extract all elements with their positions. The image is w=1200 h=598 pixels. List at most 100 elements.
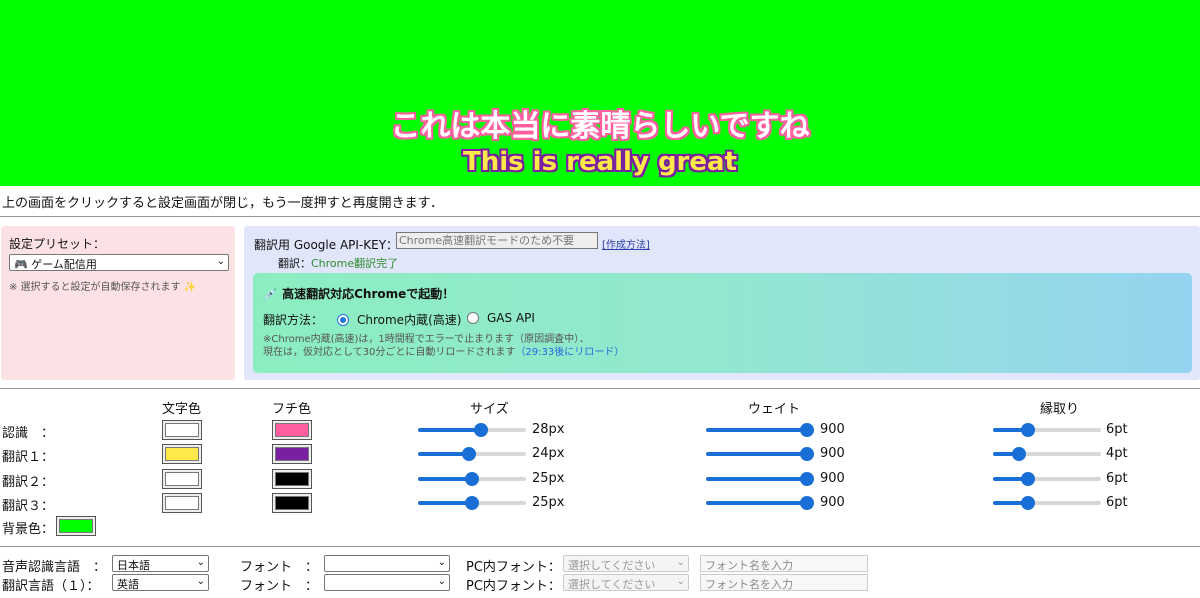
preset-select[interactable]: 🎮 ゲーム配信用 ⌄ xyxy=(9,254,229,271)
slider-thumb[interactable] xyxy=(474,423,488,437)
header-text-color: 文字色 xyxy=(162,402,202,417)
weight-slider[interactable] xyxy=(706,496,814,510)
pc-font-placeholder: 選択してください xyxy=(568,559,656,572)
slider-thumb[interactable] xyxy=(1012,447,1026,461)
weight-value: 900 xyxy=(820,495,845,510)
outline-color-picker[interactable] xyxy=(272,444,312,464)
pc-font-select[interactable]: 選択してください ⌄ xyxy=(563,555,689,572)
slider-thumb[interactable] xyxy=(800,447,814,461)
outline-color-picker[interactable] xyxy=(272,493,312,513)
method-gas-label: GAS API xyxy=(487,311,535,325)
style-row-label: 翻訳１： xyxy=(2,450,55,465)
slider-fill xyxy=(706,501,807,505)
outline-slider[interactable] xyxy=(993,447,1101,461)
outline-value: 6pt xyxy=(1106,471,1128,486)
pc-font-label: PC内フォント： xyxy=(466,579,561,594)
header-outline: 縁取り xyxy=(1040,402,1080,417)
slider-fill xyxy=(706,477,807,481)
weight-value: 900 xyxy=(820,471,845,486)
text-color-swatch xyxy=(165,423,199,437)
outline-slider[interactable] xyxy=(993,423,1101,437)
slider-thumb[interactable] xyxy=(800,496,814,510)
how-to-create-link[interactable]: [作成方法] xyxy=(602,236,650,251)
pc-font-label: PC内フォント： xyxy=(466,560,561,575)
hint-text: 上の画面をクリックすると設定画面が閉じ，もう一度押すと再度開きます． xyxy=(2,196,444,211)
size-slider[interactable] xyxy=(418,496,526,510)
size-slider[interactable] xyxy=(418,447,526,461)
slider-thumb[interactable] xyxy=(462,447,476,461)
outline-value: 4pt xyxy=(1106,446,1128,461)
weight-slider[interactable] xyxy=(706,447,814,461)
size-slider[interactable] xyxy=(418,423,526,437)
outline-slider[interactable] xyxy=(993,472,1101,486)
lang-row-label: 音声認識言語 ： xyxy=(2,560,107,575)
bg-color-picker[interactable] xyxy=(56,516,96,536)
font-name-input[interactable]: フォント名を入力 xyxy=(700,555,868,572)
weight-slider[interactable] xyxy=(706,472,814,486)
slider-thumb[interactable] xyxy=(1021,496,1035,510)
text-color-picker[interactable] xyxy=(162,444,202,464)
api-key-input[interactable]: Chrome高速翻訳モードのため不要 xyxy=(396,232,598,249)
method-chrome-radio[interactable]: Chrome内蔵(高速) xyxy=(337,311,461,328)
size-value: 25px xyxy=(532,471,565,486)
language-value: 英語 xyxy=(117,578,139,591)
outline-color-swatch xyxy=(275,423,309,437)
slider-fill xyxy=(706,428,807,432)
radio-checked-icon xyxy=(337,313,349,326)
weight-slider[interactable] xyxy=(706,423,814,437)
slider-thumb[interactable] xyxy=(1021,472,1035,486)
lang-row-label: 翻訳言語（１）： xyxy=(2,579,100,594)
size-value: 24px xyxy=(532,446,565,461)
outline-value: 6pt xyxy=(1106,495,1128,510)
font-name-input[interactable]: フォント名を入力 xyxy=(700,574,868,591)
reload-countdown: （29:33後にリロード） xyxy=(515,347,625,358)
api-key-label: 翻訳用 Google API-KEY： xyxy=(254,238,399,252)
chevron-down-icon: ⌄ xyxy=(676,557,685,568)
slider-thumb[interactable] xyxy=(1021,423,1035,437)
method-note: ※Chrome内蔵(高速)は，1時間程でエラーで止まります（原因調査中）． 現在… xyxy=(263,333,624,359)
preset-note: ※ 選択すると設定が自動保存されます ✨ xyxy=(9,282,197,293)
text-color-picker[interactable] xyxy=(162,469,202,489)
bg-color-label: 背景色： xyxy=(2,522,55,537)
outline-color-swatch xyxy=(275,472,309,486)
language-select[interactable]: 英語 ⌄ xyxy=(112,574,209,591)
preset-selected-value: 🎮 ゲーム配信用 xyxy=(14,258,97,271)
method-chrome-label: Chrome内蔵(高速) xyxy=(357,313,462,327)
outline-slider[interactable] xyxy=(993,496,1101,510)
header-weight: ウェイト xyxy=(748,402,801,417)
chevron-down-icon: ⌄ xyxy=(196,576,205,587)
slider-thumb[interactable] xyxy=(465,472,479,486)
font-select[interactable]: ⌄ xyxy=(324,555,450,572)
font-label: フォント ： xyxy=(240,560,319,575)
outline-color-picker[interactable] xyxy=(272,469,312,489)
text-color-picker[interactable] xyxy=(162,420,202,440)
divider xyxy=(0,216,1200,217)
font-label: フォント ： xyxy=(240,579,319,594)
slider-thumb[interactable] xyxy=(465,496,479,510)
subtitle-preview-area[interactable]: これは本当に素晴らしいですね This is really great xyxy=(0,0,1200,186)
slider-thumb[interactable] xyxy=(800,472,814,486)
banner-title: 💉 高速翻訳対応Chromeで起動！ xyxy=(263,287,455,301)
font-select[interactable]: ⌄ xyxy=(324,574,450,591)
slider-fill xyxy=(418,501,472,505)
slider-thumb[interactable] xyxy=(800,423,814,437)
text-color-picker[interactable] xyxy=(162,493,202,513)
outline-color-picker[interactable] xyxy=(272,420,312,440)
style-row-label: 翻訳３： xyxy=(2,499,55,514)
text-color-swatch xyxy=(165,447,199,461)
divider xyxy=(0,388,1200,389)
language-select[interactable]: 日本語 ⌄ xyxy=(112,555,209,572)
method-gas-radio[interactable]: GAS API xyxy=(467,311,535,325)
radio-unchecked-icon xyxy=(467,312,479,324)
method-note-line2: 現在は，仮対応として30分ごとに自動リロードされます（29:33後にリロード） xyxy=(263,346,624,359)
status-value: Chrome翻訳完了 xyxy=(311,257,399,270)
method-note-text: 現在は，仮対応として30分ごとに自動リロードされます xyxy=(263,347,516,358)
size-value: 25px xyxy=(532,495,565,510)
size-slider[interactable] xyxy=(418,472,526,486)
preset-panel: 設定プリセット： 🎮 ゲーム配信用 ⌄ ※ 選択すると設定が自動保存されます ✨ xyxy=(1,226,235,380)
translation-subtitle: This is really great xyxy=(463,147,737,177)
outline-color-swatch xyxy=(275,496,309,510)
pc-font-select[interactable]: 選択してください ⌄ xyxy=(563,574,689,591)
slider-fill xyxy=(418,477,472,481)
status-prefix: 翻訳： xyxy=(278,257,311,270)
